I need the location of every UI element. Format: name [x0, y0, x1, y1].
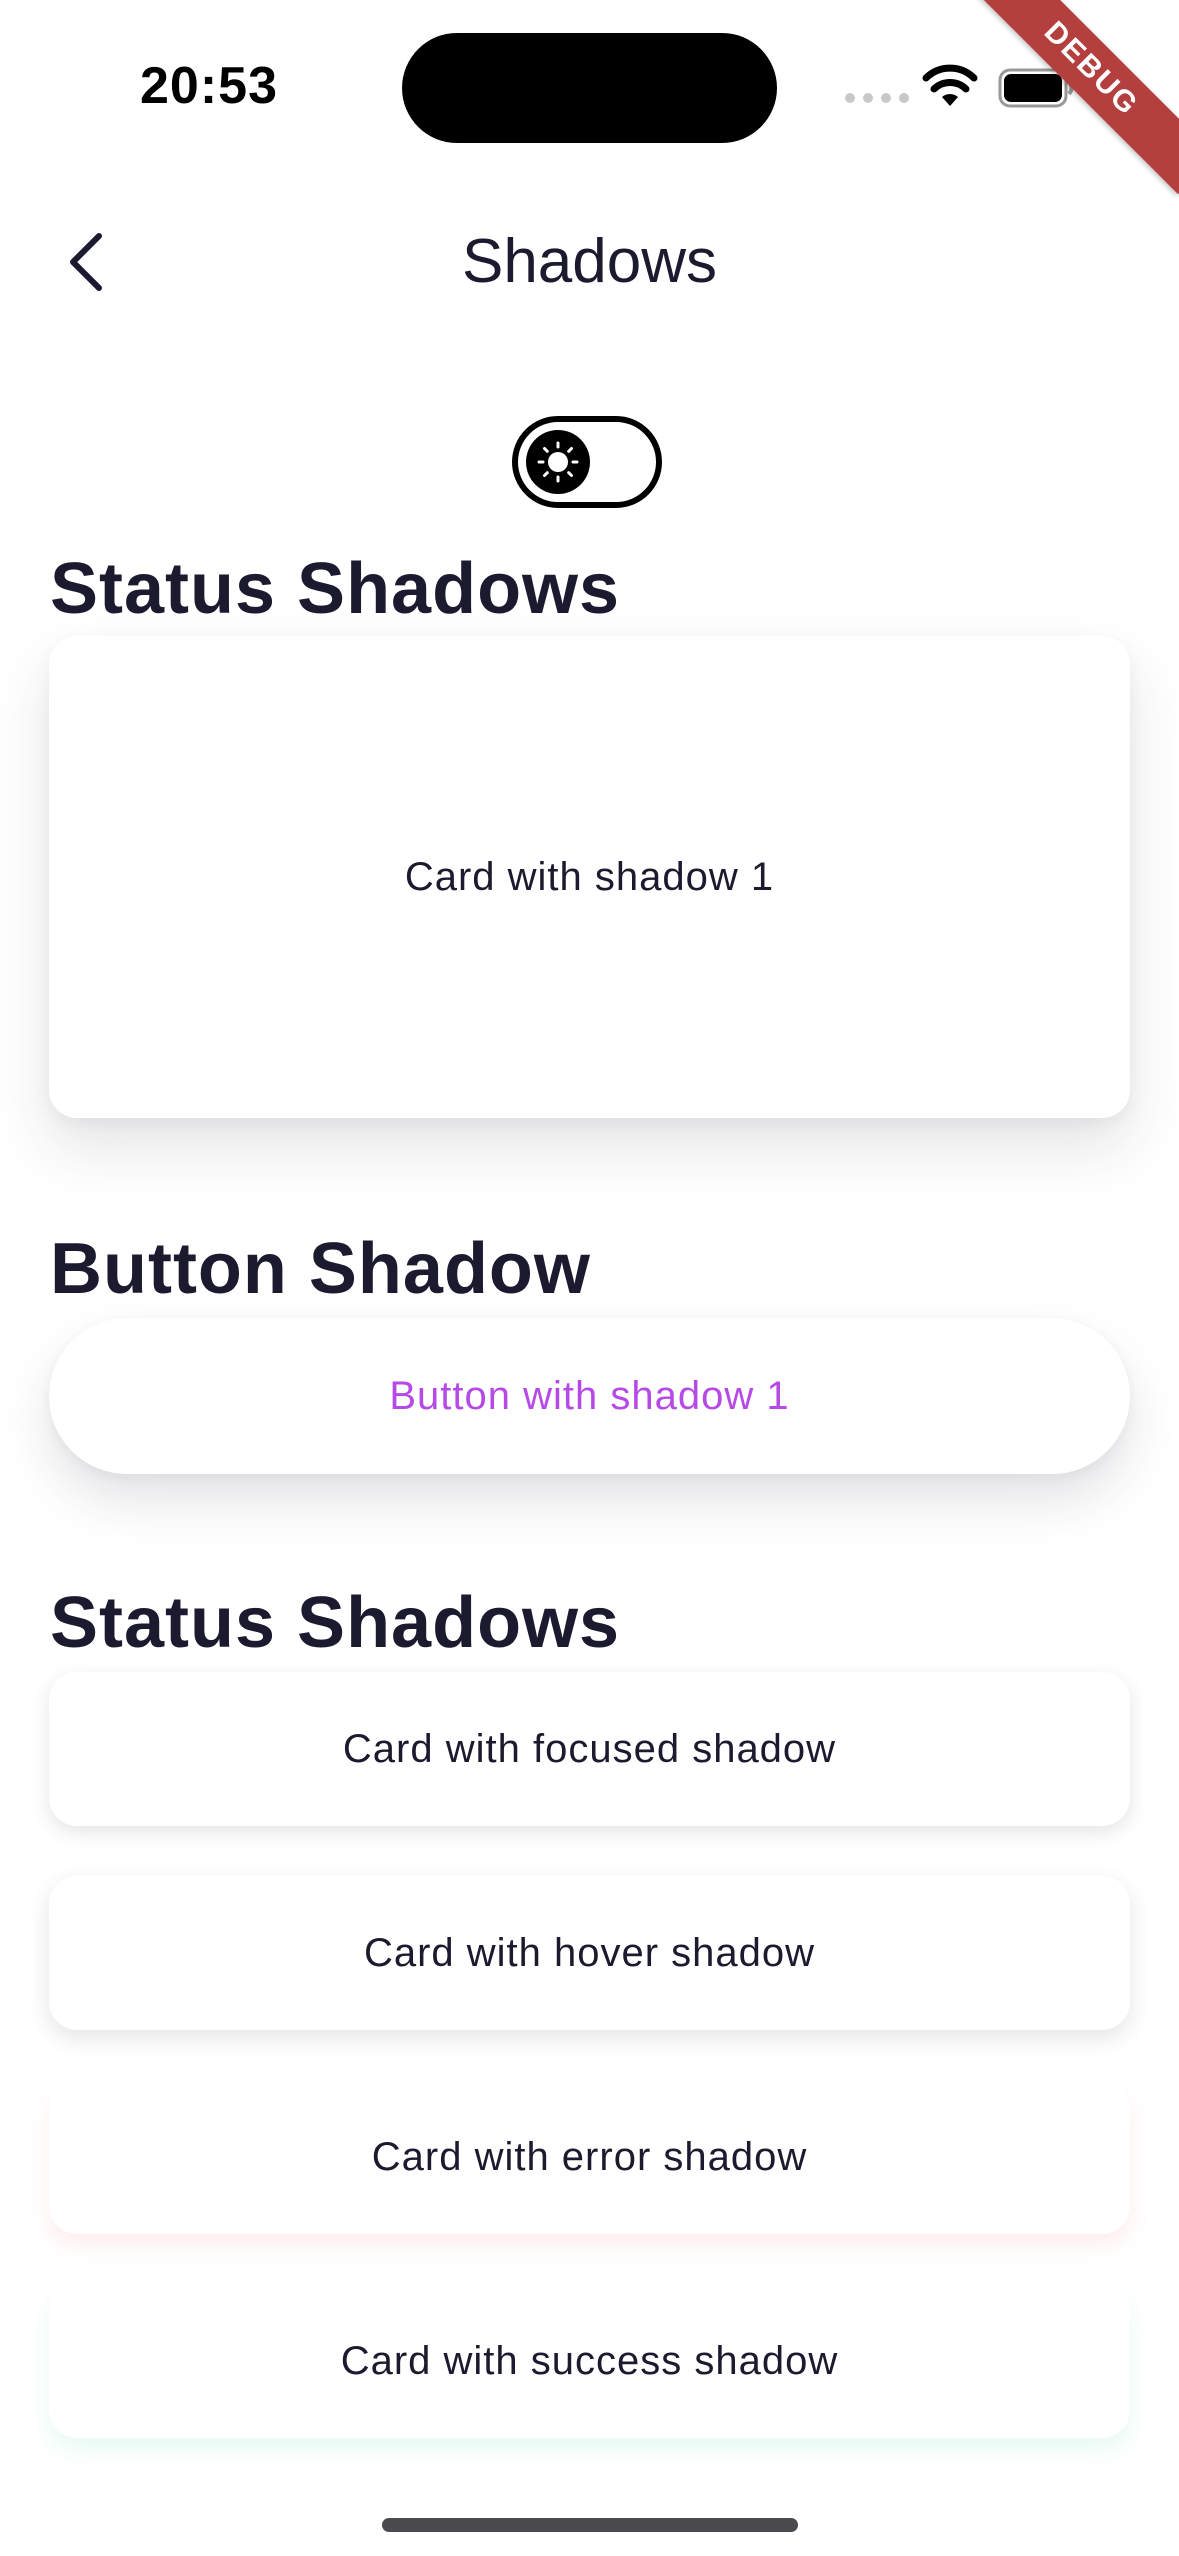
home-indicator — [382, 2518, 798, 2532]
card-hover-shadow: Card with hover shadow — [49, 1876, 1130, 2030]
status-time: 20:53 — [140, 57, 278, 115]
card-shadow-1: Card with shadow 1 — [49, 636, 1130, 1118]
card-label: Card with success shadow — [340, 2338, 839, 2383]
dynamic-island — [402, 33, 777, 143]
toggle-knob — [526, 430, 590, 494]
card-error-shadow: Card with error shadow — [49, 2080, 1130, 2234]
theme-toggle[interactable] — [512, 416, 662, 508]
signal-dots-icon — [845, 93, 909, 103]
sun-icon — [537, 441, 579, 483]
card-label: Card with error shadow — [371, 2134, 808, 2179]
section-title-status-shadows-2: Status Shadows — [50, 1583, 621, 1663]
card-label: Card with hover shadow — [363, 1930, 816, 1975]
card-label: Card with focused shadow — [342, 1726, 837, 1771]
section-title-status-shadows: Status Shadows — [50, 549, 621, 629]
card-focused-shadow: Card with focused shadow — [49, 1672, 1130, 1826]
page-title: Shadows — [461, 227, 718, 296]
card-success-shadow: Card with success shadow — [49, 2284, 1130, 2438]
shadow-button[interactable]: Button with shadow 1 — [49, 1318, 1130, 1474]
wifi-icon — [922, 64, 978, 106]
card-label: Card with shadow 1 — [404, 854, 775, 899]
section-title-button-shadow: Button Shadow — [50, 1229, 591, 1309]
button-label: Button with shadow 1 — [389, 1373, 790, 1418]
